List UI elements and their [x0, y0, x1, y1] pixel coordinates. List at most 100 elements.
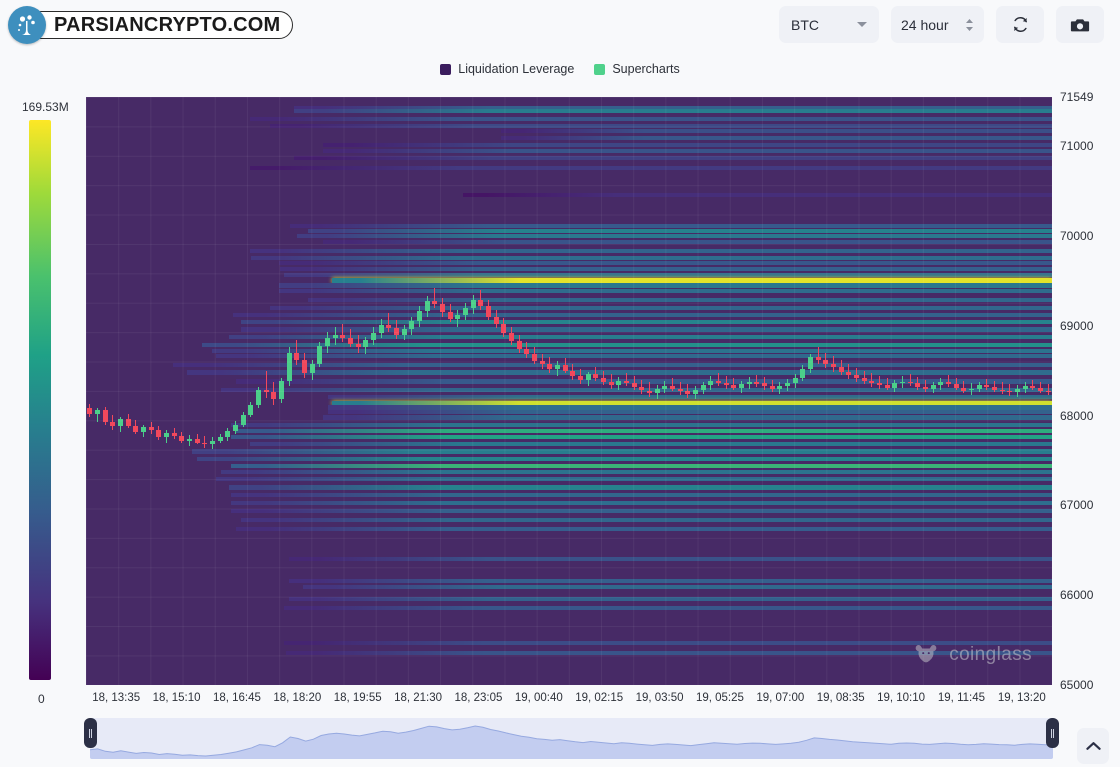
refresh-button[interactable] — [996, 6, 1044, 43]
x-axis-tick: 18, 19:55 — [333, 692, 382, 704]
y-axis-tick: 71549 — [1060, 90, 1094, 104]
candle-body — [286, 352, 292, 381]
candle-body — [271, 392, 277, 400]
candle-body — [171, 432, 177, 437]
candle-body — [217, 437, 223, 441]
candle-body — [332, 334, 338, 339]
range-area — [90, 726, 1053, 759]
candle-body — [861, 377, 867, 381]
candle-body — [125, 419, 131, 426]
candle-body — [900, 381, 905, 384]
liquidation-band — [296, 233, 1052, 239]
candle-body — [363, 340, 369, 348]
candle-body — [884, 385, 890, 388]
site-logo: PARSIANCRYPTO.COM — [8, 4, 294, 46]
timeframe-value: 24 hour — [901, 16, 949, 33]
range-handle-left[interactable] — [84, 718, 97, 748]
x-axis-tick: 19, 10:10 — [877, 692, 926, 704]
range-handle-right[interactable] — [1046, 718, 1059, 748]
snapshot-button[interactable] — [1056, 6, 1104, 43]
stepper-arrows-icon[interactable] — [965, 18, 974, 32]
candle-body — [662, 386, 668, 389]
candle-body — [953, 384, 959, 388]
liquidation-band — [230, 500, 1052, 505]
candle-body — [823, 359, 829, 365]
liquidation-band — [308, 297, 1052, 302]
candle-wick — [342, 324, 344, 343]
candle-body — [846, 371, 852, 376]
candle-body — [348, 338, 353, 344]
candle-body — [915, 383, 921, 387]
liquidation-band — [235, 526, 1052, 531]
liquidation-band — [279, 260, 1052, 266]
chevron-down-icon — [857, 22, 867, 27]
liquidation-band — [250, 442, 1052, 447]
x-axis-tick: 18, 18:20 — [273, 692, 322, 704]
x-axis-tick: 19, 05:25 — [695, 692, 744, 704]
liquidation-band — [235, 428, 1052, 433]
liquidation-band — [187, 370, 1052, 375]
candle-body — [463, 307, 468, 316]
x-axis-tick: 18, 23:05 — [454, 692, 503, 704]
candle-body — [110, 421, 116, 427]
candle-body — [616, 380, 622, 386]
candle-body — [455, 315, 461, 319]
candle-body — [263, 389, 269, 393]
candle-body — [371, 333, 376, 341]
liquidation-band — [192, 449, 1052, 454]
candle-body — [133, 425, 139, 432]
x-axis-tick: 18, 13:35 — [92, 692, 141, 704]
x-axis-tick: 18, 21:30 — [394, 692, 443, 704]
candle-body — [486, 306, 491, 317]
candle-body — [746, 382, 752, 385]
liquidation-band — [288, 557, 1052, 562]
candle-body — [148, 427, 154, 430]
scroll-to-top-button[interactable] — [1077, 728, 1109, 764]
candle-body — [302, 359, 307, 373]
candle-wick — [672, 377, 673, 392]
candle-body — [800, 368, 806, 378]
range-selector[interactable] — [90, 718, 1053, 759]
candle-body — [325, 338, 330, 346]
candle-body — [562, 365, 568, 371]
candle-body — [624, 380, 629, 384]
candle-body — [631, 383, 637, 387]
liquidation-band — [279, 288, 1052, 293]
liquidation-band — [228, 485, 1052, 490]
candle-body — [156, 430, 162, 438]
liquidation-band — [327, 394, 1052, 399]
candle-body — [754, 382, 760, 384]
candle-body — [202, 442, 208, 445]
candle-body — [294, 352, 300, 360]
candle-wick — [434, 288, 436, 308]
candle-body — [1045, 390, 1051, 393]
candle-body — [447, 312, 453, 319]
candle-body — [378, 324, 384, 334]
candle-body — [539, 360, 545, 365]
candle-body — [164, 432, 169, 438]
liquidation-band — [332, 400, 1052, 405]
candle-body — [992, 386, 997, 390]
legend-item-liquidation-leverage[interactable]: Liquidation Leverage — [440, 62, 574, 76]
candle-body — [87, 408, 93, 414]
liquidation-band — [216, 354, 1052, 359]
legend-item-supercharts[interactable]: Supercharts — [594, 62, 680, 76]
timeframe-stepper[interactable]: 24 hour — [891, 6, 984, 43]
candle-body — [969, 388, 974, 391]
liquidation-band — [280, 267, 1052, 272]
candle-body — [838, 367, 844, 372]
candle-body — [555, 365, 560, 369]
candle-body — [141, 427, 146, 432]
legend-label: Supercharts — [612, 62, 680, 76]
candle-body — [355, 343, 361, 348]
liquidation-band — [251, 255, 1052, 260]
liquidation-band — [250, 249, 1052, 254]
heatmap-plot-area[interactable]: coinglass — [86, 97, 1052, 685]
symbol-select[interactable]: BTC — [779, 6, 879, 43]
candle-body — [279, 380, 284, 400]
candle-body — [532, 353, 537, 361]
y-axis-tick: 67000 — [1060, 498, 1094, 513]
candle-body — [808, 357, 813, 369]
crypto-tree-icon — [8, 6, 46, 44]
candle-body — [907, 381, 913, 384]
